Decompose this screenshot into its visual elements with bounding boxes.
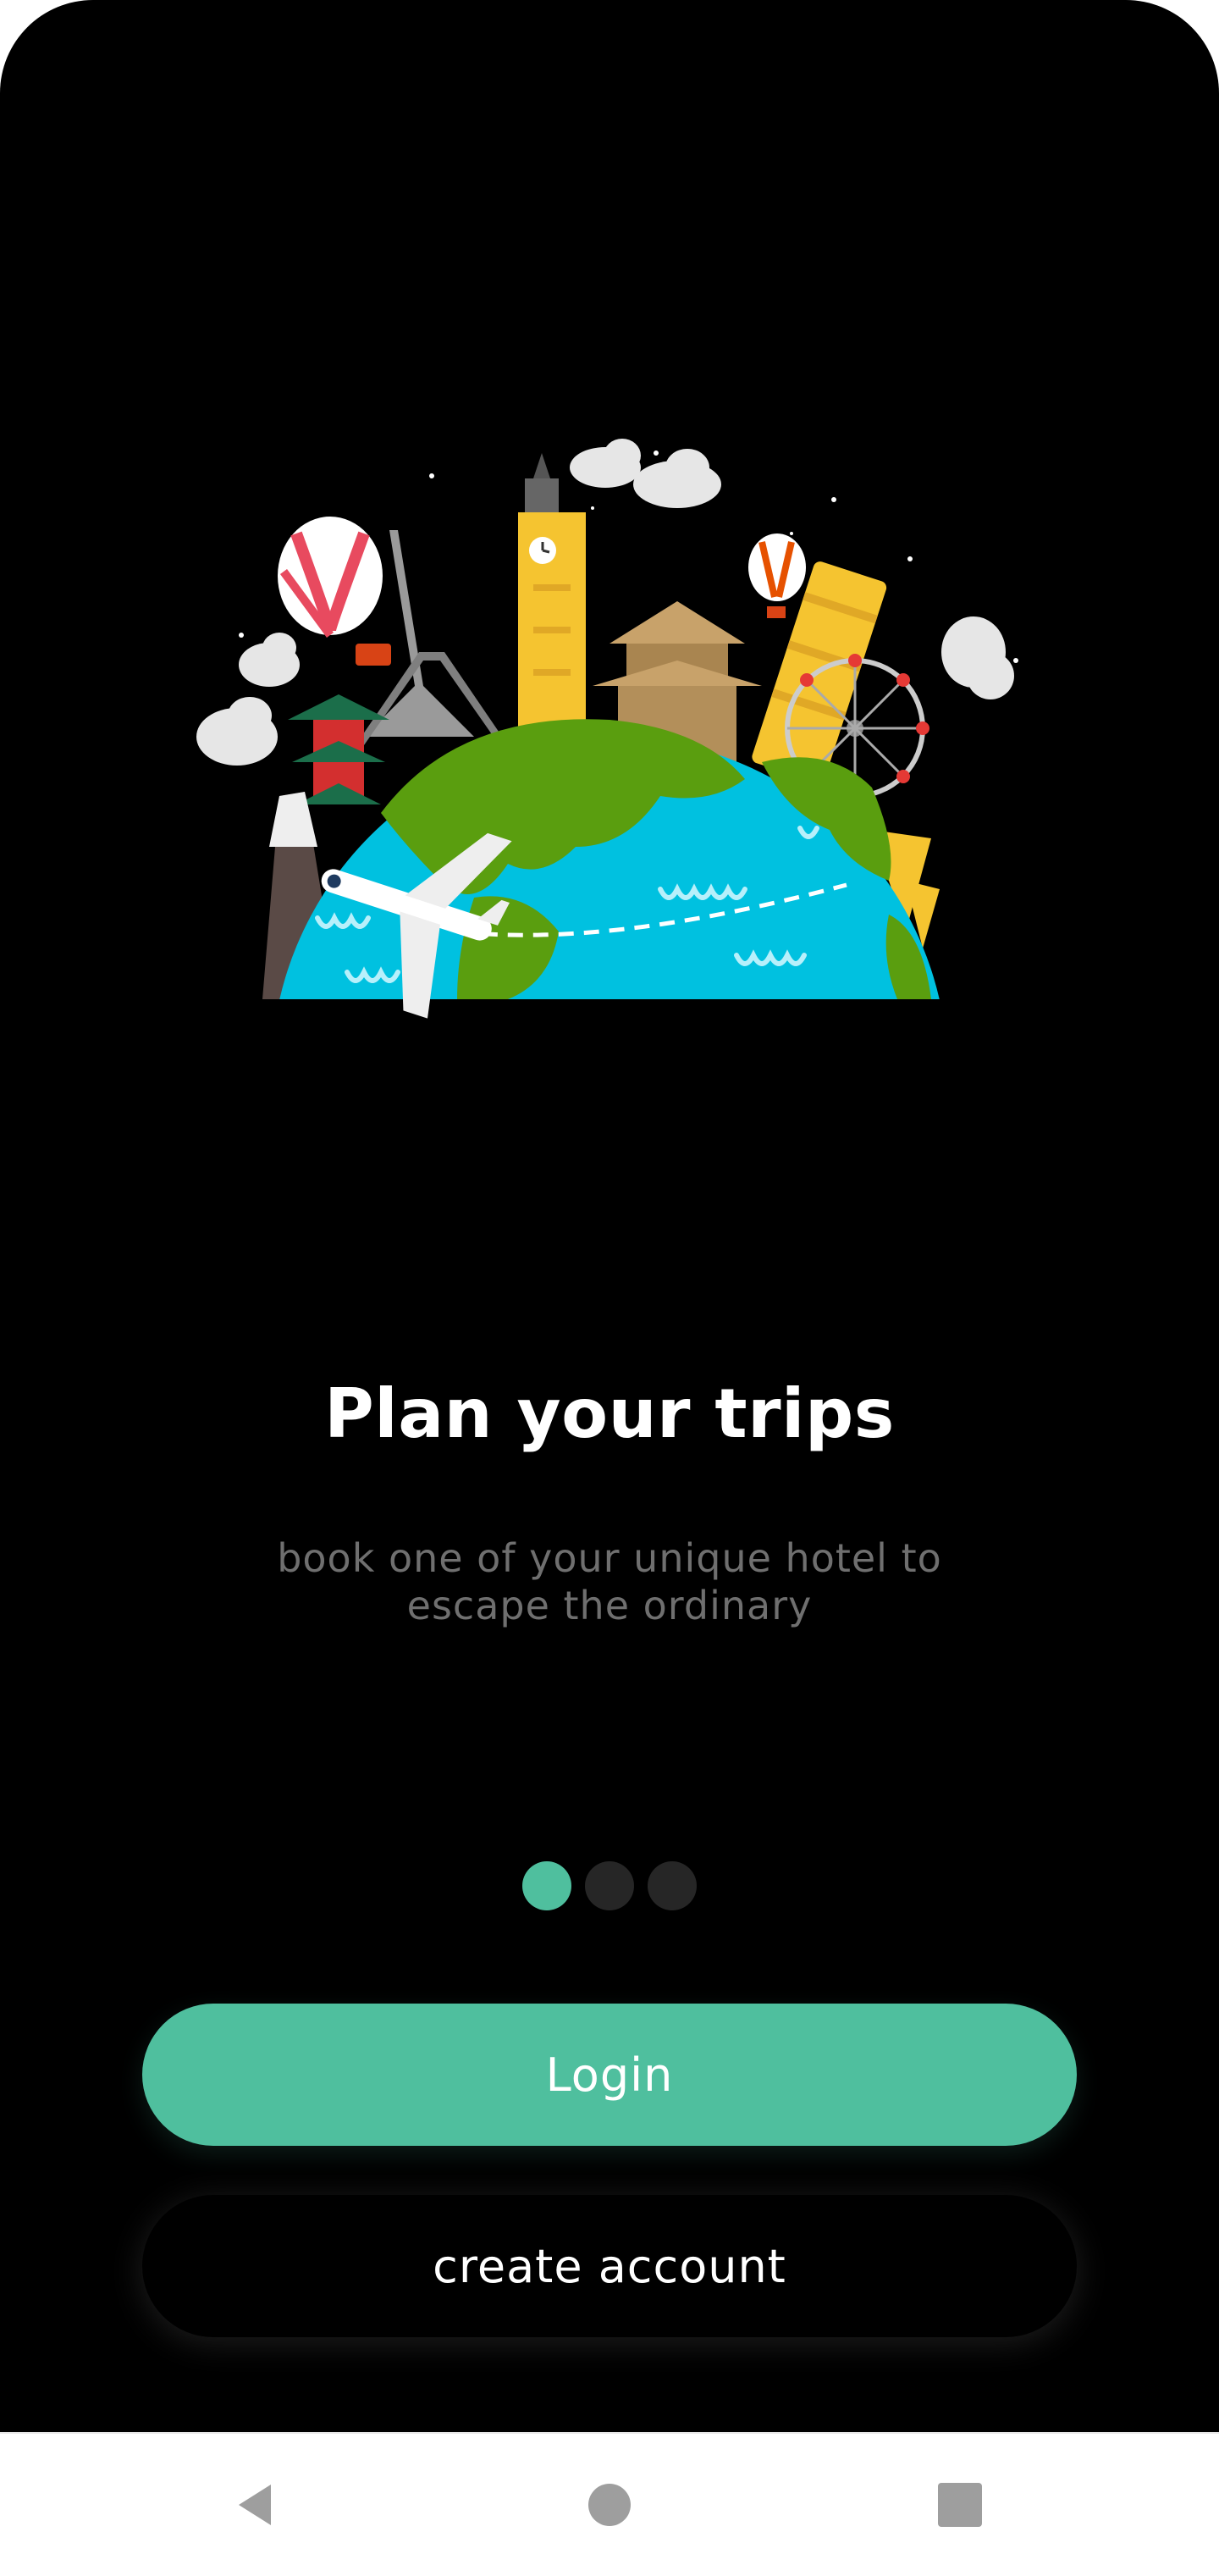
create-account-button[interactable]: create account [142, 2195, 1077, 2337]
red-pagoda [288, 694, 389, 804]
travel-world-illustration [196, 439, 1018, 1019]
home-icon[interactable] [572, 2468, 647, 2542]
back-icon[interactable] [218, 2468, 293, 2542]
page-indicator-dot-1[interactable] [522, 1861, 571, 1910]
onboarding-screen: Plan your trips book one of your unique … [0, 0, 1219, 2432]
system-navigation-bar [0, 2432, 1219, 2576]
page-indicator-dot-3[interactable] [648, 1861, 697, 1910]
onboarding-subtitle: book one of your unique hotel to escape … [277, 1535, 942, 1628]
login-button[interactable]: Login [142, 2004, 1077, 2146]
recents-icon[interactable] [923, 2468, 997, 2542]
onboarding-title: Plan your trips [324, 1374, 895, 1453]
page-indicator [0, 1861, 1219, 1912]
page-indicator-dot-2[interactable] [585, 1861, 634, 1910]
hot-air-balloon-small [748, 533, 806, 618]
